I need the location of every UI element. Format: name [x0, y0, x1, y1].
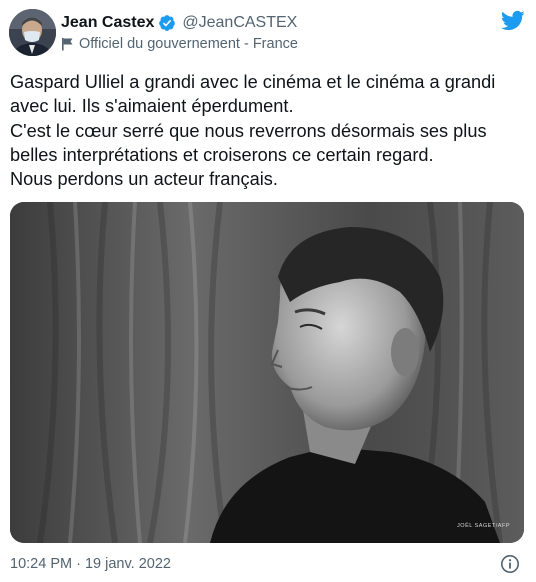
tweet-card: Jean Castex @JeanCASTEX Officiel du gouv… [0, 0, 536, 582]
photo-credit: JOËL SAGET/AFP [457, 523, 510, 529]
author-avatar[interactable] [9, 9, 56, 56]
government-label: Officiel du gouvernement - France [61, 34, 298, 54]
tweet-text-line: belles interprétations et croiserons ce … [10, 144, 434, 165]
author-handle[interactable]: @JeanCASTEX [182, 14, 297, 32]
person-avatar-icon [9, 9, 56, 56]
author-display-name[interactable]: Jean Castex [61, 14, 154, 32]
portrait-photo [10, 202, 524, 543]
twitter-bird-icon[interactable] [500, 10, 525, 31]
tweet-photo[interactable]: JOËL SAGET/AFP [10, 202, 524, 543]
tweet-text-line: Nous perdons un acteur français. [10, 169, 278, 190]
government-label-text: Officiel du gouvernement - France [79, 36, 298, 52]
verified-badge-icon [158, 14, 176, 32]
tweet-text: Gaspard Ulliel a grandi avec le cinéma e… [10, 70, 526, 191]
tweet-footer: 10:24 PM · 19 janv. 2022 [10, 554, 171, 574]
flag-icon [61, 37, 74, 51]
tweet-text-line: avec lui. Ils s'aimaient éperdument. [10, 96, 294, 117]
author-name-row: Jean Castex @JeanCASTEX [61, 12, 297, 34]
info-icon[interactable] [500, 554, 520, 574]
tweet-timestamp[interactable]: 10:24 PM · 19 janv. 2022 [10, 556, 171, 572]
tweet-text-line: C'est le cœur serré que nous reverrons d… [10, 120, 487, 141]
tweet-text-line: Gaspard Ulliel a grandi avec le cinéma e… [10, 72, 496, 92]
